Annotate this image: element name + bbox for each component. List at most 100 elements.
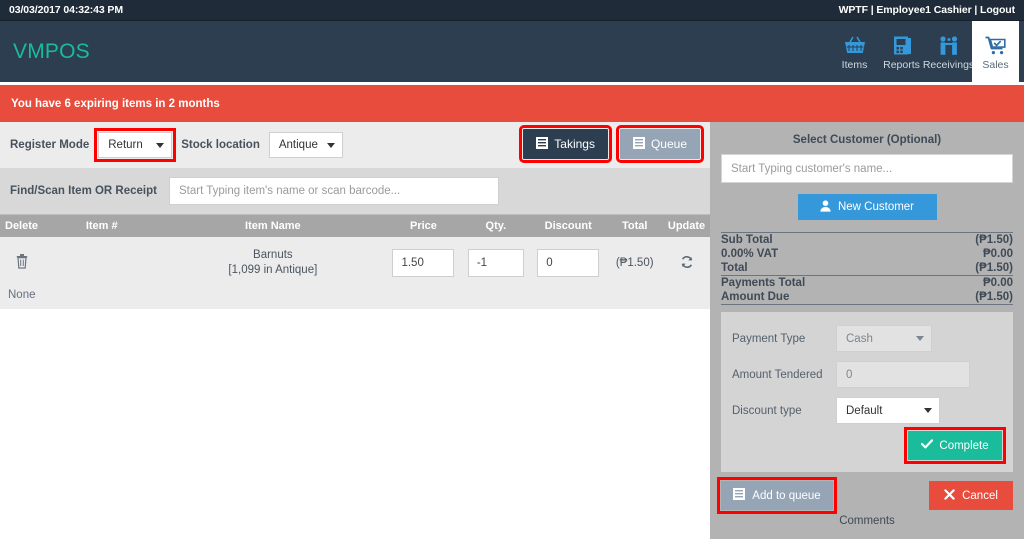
queue-label: Queue — [650, 137, 687, 151]
register-mode-value: Return — [108, 139, 143, 151]
add-to-queue-label: Add to queue — [752, 489, 821, 502]
register-mode-select[interactable]: Return — [94, 128, 177, 162]
col-item-number: Item # — [85, 220, 118, 232]
discount-type-select[interactable]: Default — [836, 397, 940, 424]
col-discount: Discount — [544, 220, 592, 232]
discount-input[interactable]: 0 — [537, 249, 600, 277]
register-mode-row: Register Mode Return Stock location Anti… — [0, 122, 710, 168]
cancel-label: Cancel — [962, 489, 998, 502]
user-session-info[interactable]: WPTF | Employee1 Cashier | Logout — [839, 4, 1016, 16]
subtotal-label: Sub Total — [721, 234, 773, 246]
amount-tendered-value: 0 — [846, 368, 853, 381]
select-customer-title: Select Customer (Optional) — [792, 134, 942, 146]
shopping-cart-check-icon — [984, 33, 1008, 57]
cell-discount: 0 — [530, 249, 606, 277]
complete-button[interactable]: Complete — [904, 427, 1006, 464]
discount-type-value: Default — [846, 404, 883, 417]
takings-label: Takings — [554, 137, 595, 151]
find-scan-label: Find/Scan Item OR Receipt — [10, 185, 157, 197]
report-document-icon — [890, 33, 914, 57]
stock-location-label: Stock location — [181, 139, 260, 151]
queue-button[interactable]: Queue — [615, 125, 705, 163]
complete-label: Complete — [939, 439, 989, 452]
add-to-queue-button[interactable]: Add to queue — [717, 477, 837, 514]
amount-tendered-label: Amount Tendered — [732, 368, 823, 381]
cell-total: (₱1.50) — [615, 257, 654, 269]
col-item-name: Item Name — [245, 220, 301, 232]
alert-message: You have 6 expiring items in 2 months — [11, 97, 220, 110]
items-table-header: Delete Item # Item Name Price Qty. Disco… — [0, 215, 710, 237]
discount-type-row: Discount type Default — [732, 395, 1002, 426]
customer-placeholder: Start Typing customer's name... — [731, 162, 893, 175]
checkout-panel: Select Customer (Optional) Start Typing … — [710, 122, 1024, 539]
cell-qty: -1 — [462, 249, 530, 277]
amount-tendered-row: Amount Tendered 0 — [732, 359, 1002, 390]
col-delete: Delete — [5, 220, 39, 232]
cancel-button[interactable]: Cancel — [929, 481, 1013, 510]
total-row-payments: Payments Total ₱0.00 — [721, 276, 1013, 290]
payments-total-label: Payments Total — [721, 277, 806, 289]
total-row-vat: 0.00% VAT ₱0.00 — [721, 247, 1013, 261]
nav-item-items[interactable]: Items — [831, 21, 878, 82]
col-update: Update — [667, 220, 706, 232]
total-row-amount-due: Amount Due (₱1.50) — [721, 290, 1013, 305]
nav-item-reports[interactable]: Reports — [878, 21, 925, 82]
chevron-down-icon — [916, 336, 924, 341]
find-scan-input[interactable]: Start Typing item's name or scan barcode… — [168, 177, 499, 205]
payment-form: Payment Type Cash Amount Tendered 0 Disc… — [721, 312, 1013, 472]
payments-total-value: ₱0.00 — [982, 277, 1013, 289]
delete-item-button[interactable] — [0, 254, 43, 272]
find-scan-row: Find/Scan Item OR Receipt Start Typing i… — [0, 168, 710, 215]
check-icon — [921, 439, 934, 452]
chevron-down-icon — [924, 408, 932, 413]
app-header: VMPOS Items Reports Receivings Sales — [0, 21, 1024, 82]
col-price: Price — [410, 220, 437, 232]
total-value: (₱1.50) — [975, 262, 1013, 274]
nav-label-sales: Sales — [982, 58, 1009, 71]
total-label: Total — [721, 262, 748, 274]
total-row-total: Total (₱1.50) — [721, 261, 1013, 276]
register-action-buttons: Takings Queue — [519, 125, 705, 163]
chevron-down-icon — [326, 142, 335, 148]
top-utility-bar: 03/03/2017 04:32:43 PM WPTF | Employee1 … — [0, 0, 1024, 21]
main-content: Register Mode Return Stock location Anti… — [0, 122, 1024, 539]
price-input[interactable]: 1.50 — [392, 249, 455, 277]
totals-summary: Sub Total (₱1.50) 0.00% VAT ₱0.00 Total … — [721, 232, 1013, 305]
vat-value: ₱0.00 — [982, 248, 1013, 260]
list-icon — [733, 488, 746, 503]
register-panel: Register Mode Return Stock location Anti… — [0, 122, 710, 309]
nav-label-items: Items — [841, 58, 868, 71]
quantity-input[interactable]: -1 — [467, 249, 524, 277]
payment-type-label: Payment Type — [732, 332, 806, 345]
payment-type-row: Payment Type Cash — [732, 323, 1002, 354]
close-icon — [944, 488, 955, 503]
app-logo[interactable]: VMPOS — [0, 21, 90, 82]
amount-tendered-input[interactable]: 0 — [836, 361, 970, 388]
payment-type-select[interactable]: Cash — [836, 325, 932, 352]
update-item-button[interactable] — [663, 255, 710, 272]
item-name-text: Barnuts — [253, 249, 293, 261]
nav-item-receivings[interactable]: Receivings — [923, 21, 974, 82]
customer-search-input[interactable]: Start Typing customer's name... — [721, 154, 1013, 183]
comments-label: Comments — [839, 515, 895, 527]
register-mode-label: Register Mode — [10, 139, 90, 151]
stock-location-select[interactable]: Antique — [268, 132, 343, 158]
nav-item-sales[interactable]: Sales — [972, 21, 1019, 82]
list-icon — [536, 136, 549, 152]
nav-label-reports: Reports — [883, 58, 920, 71]
timestamp: 03/03/2017 04:32:43 PM — [9, 4, 123, 16]
new-customer-button[interactable]: New Customer — [797, 194, 937, 220]
people-icon — [936, 33, 962, 57]
items-footer-note: None — [0, 289, 710, 309]
find-scan-placeholder: Start Typing item's name or scan barcode… — [178, 185, 401, 197]
total-row-subtotal: Sub Total (₱1.50) — [721, 232, 1013, 247]
discount-type-label: Discount type — [732, 404, 802, 417]
item-stock-text: [1,099 in Antique] — [228, 264, 318, 276]
col-qty: Qty. — [485, 220, 507, 232]
takings-button[interactable]: Takings — [519, 125, 612, 163]
stock-location-value: Antique — [278, 139, 318, 151]
vat-label: 0.00% VAT — [721, 248, 779, 260]
basket-icon — [843, 33, 867, 57]
table-row: Barnuts [1,099 in Antique] 1.50 -1 0 (₱1… — [0, 237, 710, 289]
amount-due-label: Amount Due — [721, 291, 790, 303]
